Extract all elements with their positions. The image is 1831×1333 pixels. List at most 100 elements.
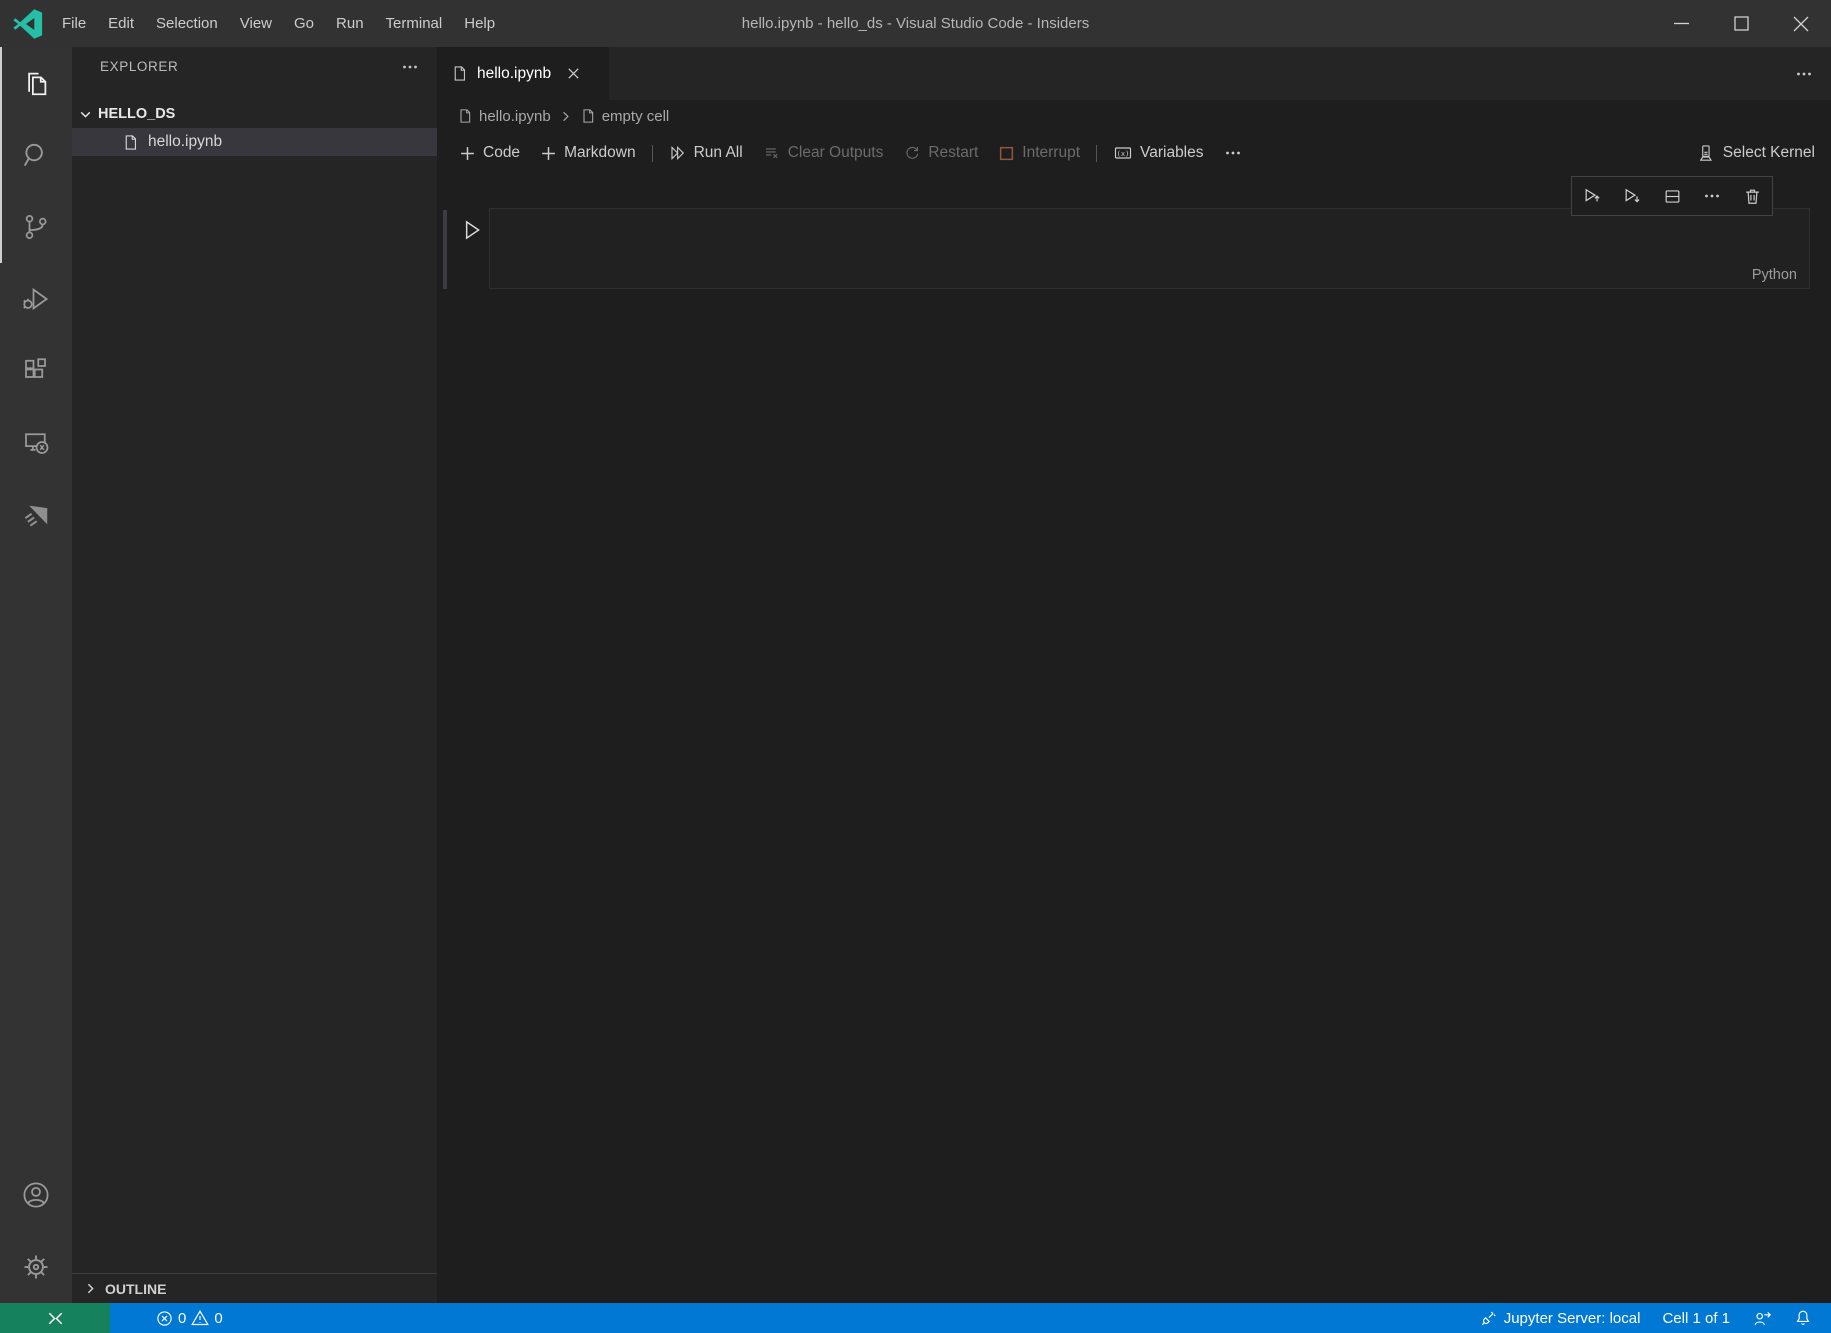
tab-label: hello.ipynb bbox=[477, 64, 552, 82]
remote-icon bbox=[48, 1312, 62, 1324]
file-name: hello.ipynb bbox=[148, 133, 223, 150]
file-icon bbox=[454, 66, 466, 81]
tab-bar: hello.ipynb bbox=[437, 47, 1831, 100]
close-window-icon bbox=[1793, 16, 1809, 31]
menu-view[interactable]: View bbox=[229, 0, 283, 47]
close-icon bbox=[568, 68, 579, 79]
execute-above-button[interactable] bbox=[1574, 178, 1610, 214]
menu-file[interactable]: File bbox=[51, 0, 97, 47]
ellipsis-icon bbox=[1797, 72, 1811, 76]
run-all-icon bbox=[671, 146, 684, 160]
editor-area: hello.ipynb hello.ipynb empty cell Code … bbox=[437, 47, 1831, 1303]
svg-text:(x): (x) bbox=[1117, 149, 1130, 158]
variables-button[interactable]: (x) Variables bbox=[1103, 143, 1213, 163]
delete-cell-button[interactable] bbox=[1734, 178, 1770, 214]
remote-indicator[interactable] bbox=[0, 1303, 110, 1333]
run-all-button[interactable]: Run All bbox=[659, 144, 753, 162]
search-icon bbox=[23, 143, 43, 167]
tab-close-button[interactable] bbox=[566, 66, 581, 81]
menu-run[interactable]: Run bbox=[325, 0, 375, 47]
sidebar-item-remote-explorer[interactable] bbox=[0, 407, 72, 479]
breadcrumb-file[interactable]: hello.ipynb bbox=[457, 108, 551, 125]
error-icon bbox=[157, 1310, 172, 1326]
play-icon bbox=[465, 220, 480, 240]
editor-more-actions-button[interactable] bbox=[1795, 65, 1813, 83]
tab-hello-ipynb[interactable]: hello.ipynb bbox=[437, 47, 609, 100]
bell-icon bbox=[1796, 1310, 1810, 1325]
notifications-button[interactable] bbox=[1783, 1303, 1823, 1333]
trash-icon bbox=[1745, 189, 1759, 204]
notebook-cell: Python bbox=[437, 208, 1831, 289]
sidebar-item-extensions[interactable] bbox=[0, 335, 72, 407]
sidebar-item-source-control[interactable] bbox=[0, 191, 72, 263]
settings-button[interactable] bbox=[0, 1231, 72, 1303]
menu-edit[interactable]: Edit bbox=[97, 0, 145, 47]
maximize-button[interactable] bbox=[1711, 0, 1771, 47]
outline-section-header[interactable]: OUTLINE bbox=[72, 1273, 437, 1303]
vscode-insiders-logo bbox=[13, 8, 43, 39]
run-above-icon bbox=[1585, 188, 1600, 202]
restart-icon bbox=[906, 146, 919, 159]
interrupt-button[interactable]: Interrupt bbox=[988, 144, 1090, 162]
clear-outputs-icon bbox=[765, 148, 778, 159]
execute-below-button[interactable] bbox=[1614, 178, 1650, 214]
sidebar-item-explorer[interactable] bbox=[0, 47, 72, 119]
explorer-sidebar: EXPLORER HELLO_DS hello.ipynb OUTLINE bbox=[72, 47, 437, 1303]
ellipsis-icon bbox=[403, 65, 417, 69]
menu-terminal[interactable]: Terminal bbox=[375, 0, 454, 47]
plus-icon bbox=[542, 146, 555, 160]
minimize-button[interactable] bbox=[1651, 0, 1711, 47]
explorer-more-actions-button[interactable] bbox=[401, 58, 419, 76]
select-kernel-button[interactable]: Select Kernel bbox=[1696, 132, 1815, 174]
add-code-cell-button[interactable]: Code bbox=[449, 144, 530, 162]
file-icon bbox=[583, 109, 593, 123]
chevron-right-icon bbox=[87, 1283, 94, 1294]
jupyter-server-indicator[interactable]: Jupyter Server: local bbox=[1469, 1303, 1652, 1333]
notebook-toolbar: Code Markdown Run All Clear Outputs Rest… bbox=[437, 132, 1831, 174]
status-bar: 0 0 Jupyter Server: local Cell 1 of 1 bbox=[0, 1303, 1831, 1333]
split-cell-button[interactable] bbox=[1654, 178, 1690, 214]
restart-button[interactable]: Restart bbox=[893, 144, 988, 162]
menu-help[interactable]: Help bbox=[453, 0, 506, 47]
breadcrumb-cell[interactable]: empty cell bbox=[580, 108, 669, 125]
window-title: hello.ipynb - hello_ds - Visual Studio C… bbox=[741, 15, 1090, 32]
sidebar-item-search[interactable] bbox=[0, 119, 72, 191]
titlebar: File Edit Selection View Go Run Terminal… bbox=[0, 0, 1831, 47]
plus-icon bbox=[461, 146, 474, 160]
file-icon bbox=[460, 109, 471, 123]
folder-section-header[interactable]: HELLO_DS bbox=[72, 100, 437, 128]
cell-language-picker[interactable]: Python bbox=[1752, 267, 1797, 283]
file-icon bbox=[125, 134, 137, 150]
notebook-more-actions-button[interactable] bbox=[1214, 144, 1252, 162]
file-row-hello-ipynb[interactable]: hello.ipynb bbox=[72, 128, 437, 156]
menu-go[interactable]: Go bbox=[283, 0, 325, 47]
feedback-button[interactable] bbox=[1741, 1303, 1783, 1333]
menu-selection[interactable]: Selection bbox=[145, 0, 229, 47]
chevron-down-icon bbox=[80, 111, 91, 118]
sidebar-item-extension-triangle[interactable] bbox=[0, 479, 72, 551]
explorer-title: EXPLORER bbox=[100, 58, 179, 74]
run-cell-button[interactable] bbox=[457, 216, 485, 244]
feedback-person-icon bbox=[1754, 1311, 1772, 1326]
extensions-icon bbox=[25, 358, 46, 378]
gear-icon bbox=[24, 1255, 48, 1279]
breadcrumb-separator-icon bbox=[562, 111, 569, 121]
vscode-window: File Edit Selection View Go Run Terminal… bbox=[0, 0, 1831, 1333]
error-count: 0 bbox=[178, 1309, 187, 1327]
activity-bar bbox=[0, 47, 72, 1303]
breadcrumb: hello.ipynb empty cell bbox=[437, 100, 1831, 132]
outline-title: OUTLINE bbox=[105, 1280, 167, 1297]
close-window-button[interactable] bbox=[1771, 0, 1831, 47]
cell-code-editor[interactable]: Python bbox=[489, 208, 1810, 289]
add-markdown-cell-button[interactable]: Markdown bbox=[530, 144, 646, 162]
split-cell-icon bbox=[1665, 189, 1679, 203]
clear-outputs-button[interactable]: Clear Outputs bbox=[753, 144, 894, 162]
sidebar-item-run-debug[interactable] bbox=[0, 263, 72, 335]
minimize-icon bbox=[1673, 22, 1689, 25]
cell-position-indicator[interactable]: Cell 1 of 1 bbox=[1651, 1303, 1741, 1333]
ellipsis-icon bbox=[1705, 194, 1719, 198]
accounts-button[interactable] bbox=[0, 1159, 72, 1231]
problems-indicator[interactable]: 0 0 bbox=[148, 1303, 231, 1333]
cell-more-actions-button[interactable] bbox=[1694, 178, 1730, 214]
cell-focus-indicator bbox=[443, 210, 447, 289]
